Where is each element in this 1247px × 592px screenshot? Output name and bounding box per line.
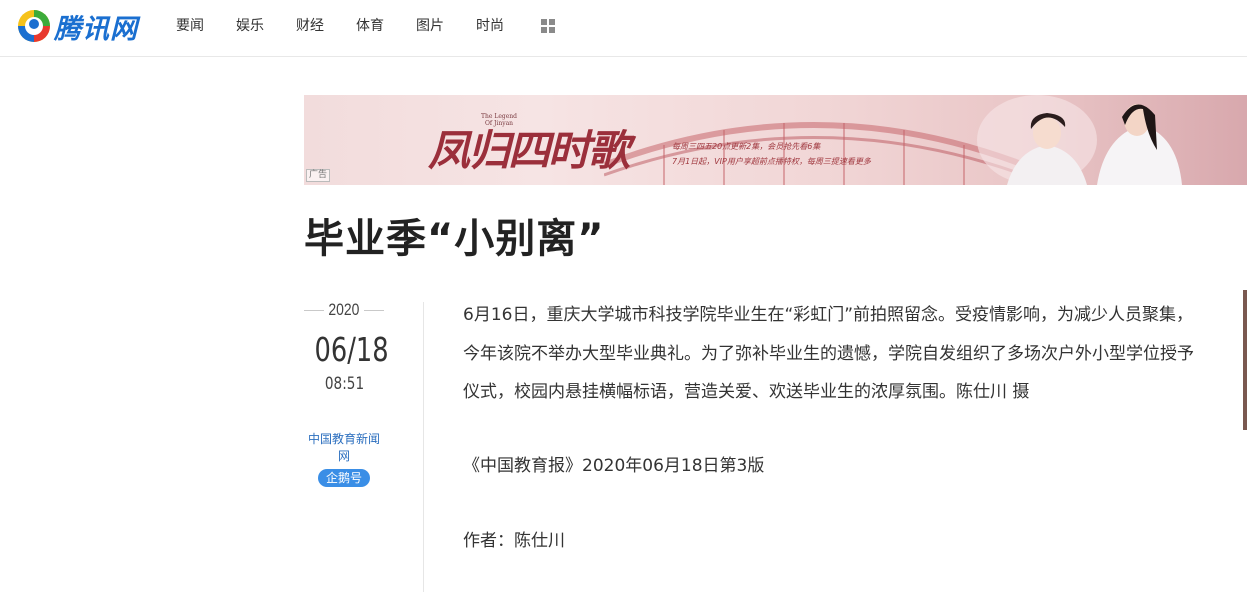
tencent-logo[interactable]: 腾讯网 bbox=[16, 7, 138, 45]
banner-characters bbox=[977, 95, 1182, 185]
ad-banner[interactable]: The Legend Of Jinyan 凤归四时歌 每周三四五20点更新2集，… bbox=[304, 95, 1247, 185]
nav-item-finance[interactable]: 财经 bbox=[296, 17, 324, 35]
article-author: 作者：陈仕川 bbox=[463, 531, 565, 551]
article-paragraph: 6月16日，重庆大学城市科技学院毕业生在“彩虹门”前拍照留念。受疫情影响，为减少… bbox=[463, 305, 1194, 402]
main-nav: 要闻 娱乐 财经 体育 图片 时尚 bbox=[176, 17, 536, 35]
top-nav-bar: 腾讯网 要闻 娱乐 财经 体育 图片 时尚 bbox=[0, 0, 1247, 57]
penguin-account-badge[interactable]: 企鹅号 bbox=[318, 469, 370, 487]
publish-time: 08:51 bbox=[324, 374, 364, 394]
grid-icon[interactable] bbox=[541, 19, 555, 33]
logo-icon bbox=[18, 10, 50, 42]
banner-title: 凤归四时歌 bbox=[428, 126, 630, 175]
banner-line-1: 每周三四五20点更新2集，会员抢先看6集 bbox=[672, 142, 821, 151]
article-source-link[interactable]: 中国教育新闻网 bbox=[304, 431, 384, 465]
print-source: 《中国教育报》2020年06月18日第3版 bbox=[463, 456, 765, 476]
article-title: 毕业季“小别离” bbox=[304, 216, 605, 262]
logo-text: 腾讯网 bbox=[54, 13, 138, 45]
banner-line-2: 7月1日起，VIP用户享超前点播特权，每周三提速看更多 bbox=[672, 157, 871, 166]
nav-item-sports[interactable]: 体育 bbox=[356, 17, 384, 35]
publish-year: 2020 bbox=[328, 300, 360, 319]
nav-item-photos[interactable]: 图片 bbox=[416, 17, 444, 35]
nav-item-fashion[interactable]: 时尚 bbox=[476, 17, 504, 35]
nav-item-entertainment[interactable]: 娱乐 bbox=[236, 17, 264, 35]
ad-label: 广告 bbox=[306, 169, 331, 182]
publish-date: 06/18 bbox=[314, 330, 389, 369]
divider bbox=[423, 302, 424, 592]
article-body: 6月16日，重庆大学城市科技学院毕业生在“彩虹门”前拍照留念。受疫情影响，为减少… bbox=[463, 296, 1198, 412]
bridge-illustration bbox=[604, 122, 1024, 185]
nav-item-news[interactable]: 要闻 bbox=[176, 17, 204, 35]
year-row: 2020 bbox=[304, 298, 384, 322]
publish-date-block: 2020 06/18 08:51 bbox=[304, 298, 389, 394]
sidebar-image-fragment[interactable] bbox=[1243, 290, 1247, 430]
